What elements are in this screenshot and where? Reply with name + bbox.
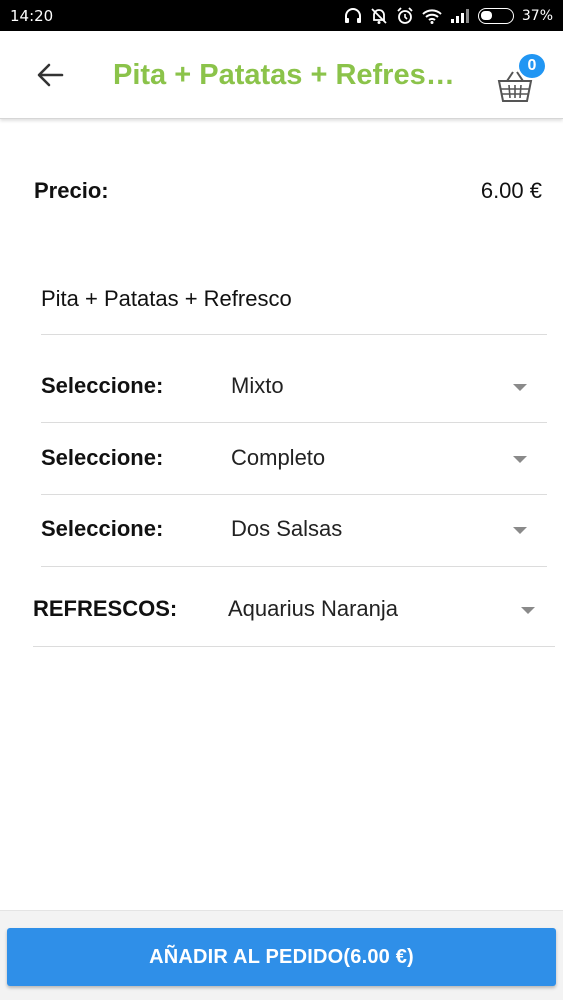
divider <box>41 566 547 567</box>
notifications-off-icon <box>370 7 388 25</box>
arrow-back-icon <box>37 63 64 87</box>
cart-count-badge: 0 <box>517 52 547 80</box>
price-label: Precio: <box>34 178 109 203</box>
add-to-order-button[interactable]: AÑADIR AL PEDIDO(6.00 €) <box>7 928 556 986</box>
option-label: Seleccione: <box>41 373 164 398</box>
dropdown-arrow-icon <box>521 607 535 614</box>
option-label: REFRESCOS: <box>33 596 178 621</box>
option-value: Dos Salsas <box>231 516 343 541</box>
cart-button[interactable]: 0 <box>493 51 557 107</box>
price-value: 6.00 € <box>480 178 542 203</box>
dropdown-arrow-icon <box>513 456 527 463</box>
back-button[interactable] <box>28 55 72 95</box>
battery-icon <box>477 7 514 24</box>
option-value: Completo <box>231 445 326 470</box>
alarm-icon <box>396 6 414 25</box>
option-label: Seleccione: <box>41 516 164 541</box>
option-value: Aquarius Naranja <box>228 596 398 621</box>
status-icons: 37% <box>344 6 553 25</box>
signal-icon <box>450 8 470 24</box>
divider <box>41 422 547 423</box>
status-time: 14:20 <box>10 6 54 25</box>
option-select-1[interactable]: Seleccione: Mixto <box>41 363 547 411</box>
dropdown-arrow-icon <box>513 527 527 534</box>
option-label: Seleccione: <box>41 445 164 470</box>
dropdown-arrow-icon <box>513 384 527 391</box>
divider <box>41 494 547 495</box>
option-value: Mixto <box>231 373 284 398</box>
headphones-icon <box>344 7 362 24</box>
option-select-3[interactable]: Seleccione: Dos Salsas <box>41 506 547 554</box>
divider <box>33 646 555 647</box>
product-name: Pita + Patatas + Refresco <box>41 286 292 311</box>
status-bar: 14:20 37% <box>0 0 563 31</box>
refrescos-select[interactable]: REFRESCOS: Aquarius Naranja <box>33 586 547 634</box>
page-title: Pita + Patatas + Refresco <box>113 59 458 91</box>
wifi-icon <box>422 8 442 24</box>
battery-percent: 37% <box>521 7 553 24</box>
app-bar: Pita + Patatas + Refresco 0 <box>0 31 563 119</box>
option-select-2[interactable]: Seleccione: Completo <box>41 435 547 483</box>
divider <box>41 334 547 335</box>
